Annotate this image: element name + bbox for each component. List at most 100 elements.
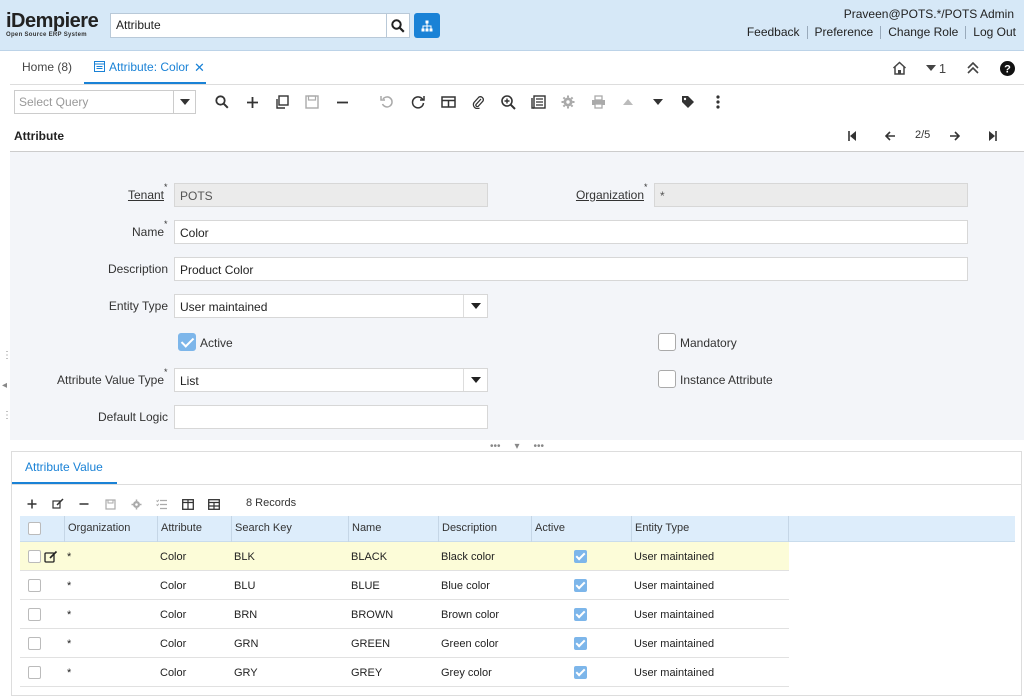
- close-tab-icon[interactable]: ✕: [194, 60, 205, 82]
- row-checkbox[interactable]: [28, 666, 41, 679]
- search-button[interactable]: [386, 13, 410, 38]
- first-record-button[interactable]: [842, 128, 862, 144]
- change-role-link[interactable]: Change Role: [881, 25, 965, 39]
- row-checkbox[interactable]: [28, 579, 41, 592]
- menu-tree-button[interactable]: [414, 13, 440, 38]
- column-header-entity-type[interactable]: Entity Type: [631, 516, 789, 542]
- table-row[interactable]: * Color GRN GREEN Green color User maint…: [20, 629, 789, 658]
- collapse-header-button[interactable]: [956, 57, 990, 79]
- edit-icon[interactable]: [44, 550, 58, 564]
- cell-active-checkbox[interactable]: [574, 637, 587, 650]
- column-header-active[interactable]: Active: [531, 516, 631, 542]
- window-list-dropdown[interactable]: 1: [916, 57, 956, 79]
- list-button[interactable]: [154, 496, 170, 512]
- tab-home[interactable]: Home (8): [22, 60, 72, 74]
- row-checkbox[interactable]: [28, 637, 41, 650]
- zoom-across-button[interactable]: [497, 91, 519, 113]
- home-button[interactable]: [882, 57, 916, 79]
- entity-type-select[interactable]: User maintained: [174, 294, 488, 318]
- chevron-down-icon[interactable]: [463, 369, 487, 391]
- west-splitter-handle[interactable]: ⋮: [2, 410, 12, 421]
- column-header-name[interactable]: Name: [348, 516, 438, 542]
- previous-record-button[interactable]: [617, 91, 639, 113]
- next-record-nav-button[interactable]: [944, 128, 964, 144]
- logout-link[interactable]: Log Out: [966, 25, 1016, 39]
- report-button[interactable]: [527, 91, 549, 113]
- tab-attribute-color[interactable]: Attribute: Color ✕: [84, 51, 206, 84]
- chevron-down-icon[interactable]: [463, 295, 487, 317]
- west-splitter-handle[interactable]: ⋮: [2, 350, 12, 361]
- columns-icon: [182, 498, 194, 510]
- row-checkbox[interactable]: [28, 550, 41, 563]
- global-search-input[interactable]: Attribute: [110, 13, 387, 38]
- plus-icon: [246, 96, 258, 108]
- collapse-west-icon[interactable]: ◂: [2, 380, 7, 391]
- process-button[interactable]: [557, 91, 579, 113]
- cell-active-checkbox[interactable]: [574, 666, 587, 679]
- help-button[interactable]: ?: [990, 57, 1024, 79]
- cell-active-checkbox[interactable]: [574, 608, 587, 621]
- last-page-icon: [988, 131, 997, 141]
- undo-button[interactable]: [376, 91, 398, 113]
- table-icon: [208, 498, 220, 510]
- process-row-button[interactable]: [128, 496, 144, 512]
- refresh-button[interactable]: [407, 91, 429, 113]
- organization-label[interactable]: Organization: [510, 188, 644, 202]
- drag-handle-icon: •••: [533, 440, 545, 452]
- column-header-search-key[interactable]: Search Key: [231, 516, 348, 542]
- table-row[interactable]: * Color GRY GREY Grey color User maintai…: [20, 658, 789, 687]
- new-row-button[interactable]: [24, 496, 40, 512]
- user-role-label[interactable]: Praveen@POTS.*/POTS Admin: [844, 7, 1014, 21]
- tenant-label[interactable]: Tenant: [10, 188, 164, 202]
- select-all-checkbox[interactable]: [28, 522, 41, 535]
- window-tabs: Home (8) Attribute: Color ✕ 1 ?: [10, 51, 1024, 85]
- table-row[interactable]: * Color BRN BROWN Brown color User maint…: [20, 600, 789, 629]
- record-count: 8 Records: [246, 497, 297, 509]
- tab-title-bar: Attribute 2/5: [10, 120, 1024, 152]
- print-button[interactable]: [587, 91, 609, 113]
- caret-down-icon: [653, 99, 663, 105]
- toggle-form-button[interactable]: [180, 496, 196, 512]
- required-marker: *: [164, 219, 168, 229]
- customize-grid-button[interactable]: [206, 496, 222, 512]
- active-checkbox[interactable]: [178, 333, 196, 351]
- new-record-button[interactable]: [241, 91, 263, 113]
- name-field[interactable]: Color: [174, 220, 968, 244]
- table-row[interactable]: * Color BLU BLUE Blue color User maintai…: [20, 571, 789, 600]
- preference-link[interactable]: Preference: [808, 25, 881, 39]
- cell-active-checkbox[interactable]: [574, 579, 587, 592]
- chevron-down-icon[interactable]: [173, 91, 195, 113]
- tab-attribute-value[interactable]: Attribute Value: [12, 452, 117, 484]
- cell-attribute: Color: [160, 638, 187, 650]
- delete-row-button[interactable]: [76, 496, 92, 512]
- table-row[interactable]: * Color BLK BLACK Black color User maint…: [20, 542, 789, 571]
- edit-row-button[interactable]: [50, 496, 66, 512]
- attachment-button[interactable]: [467, 91, 489, 113]
- column-header-organization[interactable]: Organization: [64, 516, 157, 542]
- last-record-button[interactable]: [982, 128, 1002, 144]
- description-field[interactable]: Product Color: [174, 257, 968, 281]
- idempiere-logo[interactable]: iDempiere Open Source ERP System: [6, 11, 108, 41]
- select-query-combobox[interactable]: Select Query: [14, 90, 196, 114]
- save-row-button[interactable]: [102, 496, 118, 512]
- prev-record-nav-button[interactable]: [880, 128, 900, 144]
- next-record-button[interactable]: [647, 91, 669, 113]
- row-checkbox[interactable]: [28, 608, 41, 621]
- attribute-value-type-select[interactable]: List: [174, 368, 488, 392]
- toggle-grid-button[interactable]: [437, 91, 459, 113]
- column-header-attribute[interactable]: Attribute: [157, 516, 231, 542]
- find-button[interactable]: [211, 91, 233, 113]
- delete-button[interactable]: [331, 91, 353, 113]
- tag-button[interactable]: [677, 91, 699, 113]
- chevron-down-icon[interactable]: ▾: [514, 441, 519, 452]
- instance-attribute-checkbox[interactable]: [658, 370, 676, 388]
- more-menu-button[interactable]: [707, 91, 729, 113]
- copy-record-button[interactable]: [271, 91, 293, 113]
- mandatory-checkbox[interactable]: [658, 333, 676, 351]
- record-position: 2/5: [915, 129, 931, 141]
- column-header-description[interactable]: Description: [438, 516, 531, 542]
- save-button[interactable]: [301, 91, 323, 113]
- feedback-link[interactable]: Feedback: [740, 25, 807, 39]
- cell-active-checkbox[interactable]: [574, 550, 587, 563]
- default-logic-field[interactable]: [174, 405, 488, 429]
